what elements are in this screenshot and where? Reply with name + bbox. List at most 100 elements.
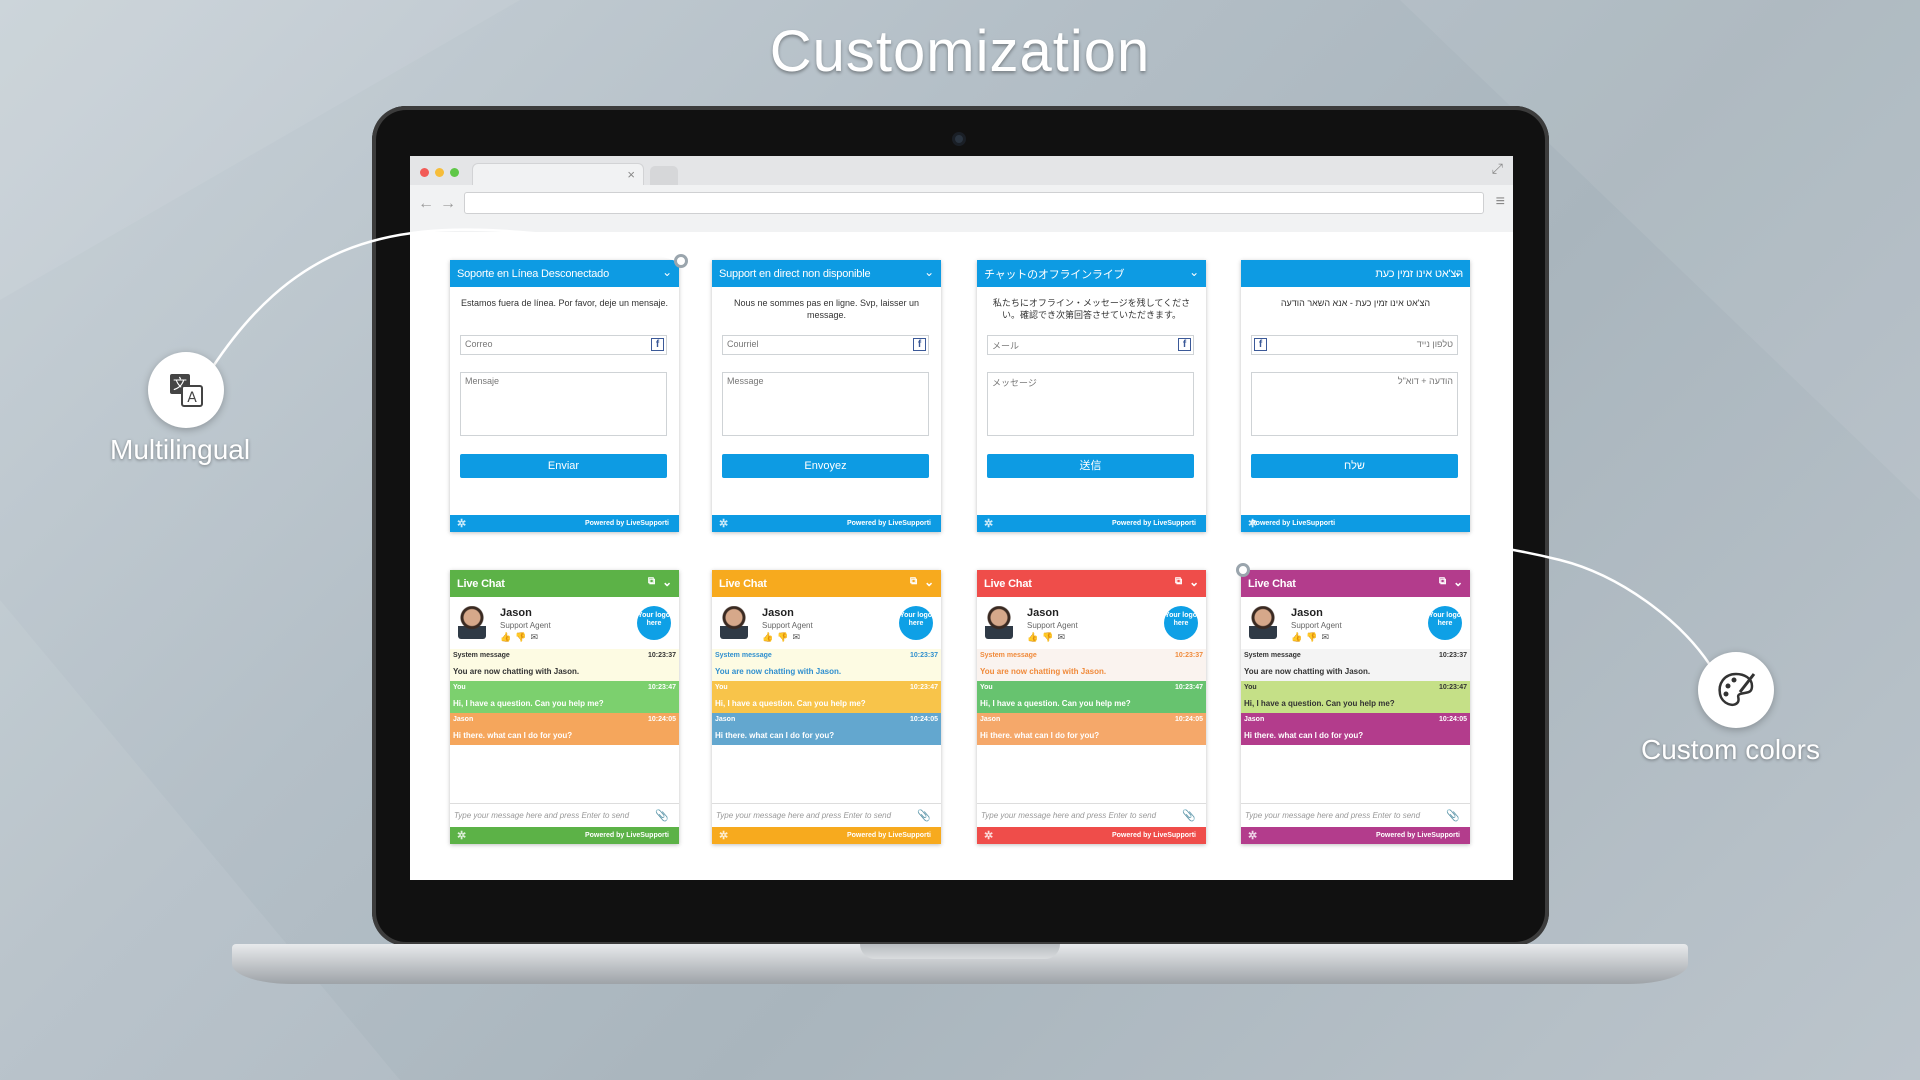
new-tab-button[interactable] bbox=[650, 166, 678, 185]
chat-composer[interactable]: Type your message here and press Enter t… bbox=[1241, 803, 1470, 827]
message-field[interactable]: メッセージ bbox=[987, 372, 1194, 436]
palette-icon bbox=[1718, 672, 1756, 706]
chevron-down-icon[interactable]: ⌄ bbox=[662, 265, 672, 279]
powered-by-label[interactable]: Powered by LiveSupporti bbox=[847, 832, 931, 839]
chat-widget-header[interactable]: Live Chat ⧉ ⌄ bbox=[450, 570, 679, 597]
thumbs-up-icon[interactable]: 👍 bbox=[1291, 632, 1306, 642]
menu-icon[interactable]: ≡ bbox=[1496, 193, 1505, 211]
svg-text:A: A bbox=[187, 390, 197, 406]
chat-composer[interactable]: Type your message here and press Enter t… bbox=[712, 803, 941, 827]
send-button[interactable]: Enviar bbox=[460, 454, 667, 478]
chevron-down-icon[interactable]: ⌄ bbox=[924, 575, 934, 589]
chevron-down-icon[interactable]: ⌄ bbox=[1453, 575, 1463, 589]
chat-composer[interactable]: Type your message here and press Enter t… bbox=[450, 803, 679, 827]
agent-card: Jason Support Agent 👍👎✉ Your logo here bbox=[450, 597, 679, 649]
offline-widget-header[interactable]: הצ'אט אינו זמין כעת ⌄ bbox=[1241, 260, 1470, 287]
offline-widget: הצ'אט אינו זמין כעת ⌄ הצ'אט אינו זמין כע… bbox=[1241, 260, 1470, 532]
offline-widget-header[interactable]: Soporte en Línea Desconectado ⌄ bbox=[450, 260, 679, 287]
thumbs-down-icon[interactable]: 👎 bbox=[515, 632, 530, 642]
facebook-icon[interactable]: f bbox=[1178, 338, 1191, 351]
powered-by-label[interactable]: Powered by LiveSupporti bbox=[1376, 832, 1460, 839]
fullscreen-icon[interactable]: ⤢ bbox=[1492, 160, 1503, 177]
message-field[interactable]: Mensaje bbox=[460, 372, 667, 436]
thumbs-up-icon[interactable]: 👍 bbox=[762, 632, 777, 642]
email-icon[interactable]: ✉ bbox=[1321, 632, 1333, 642]
settings-icon[interactable]: ✲ bbox=[457, 517, 466, 530]
address-bar[interactable] bbox=[464, 192, 1484, 214]
back-icon[interactable]: ← bbox=[418, 195, 434, 213]
offline-form: Nous ne sommes pas en ligne. Svp, laisse… bbox=[712, 287, 941, 515]
forward-icon[interactable]: → bbox=[440, 195, 456, 213]
minimize-dot[interactable] bbox=[435, 168, 444, 177]
powered-by-label[interactable]: Powered by LiveSupporti bbox=[1112, 520, 1196, 527]
chevron-down-icon[interactable]: ⌄ bbox=[1453, 265, 1463, 279]
email-icon[interactable]: ✉ bbox=[530, 632, 542, 642]
thumbs-up-icon[interactable]: 👍 bbox=[1027, 632, 1042, 642]
thumbs-down-icon[interactable]: 👎 bbox=[1042, 632, 1057, 642]
widget-footer: ✲ Powered by LiveSupporti bbox=[712, 515, 941, 532]
settings-icon[interactable]: ✲ bbox=[984, 517, 993, 530]
chat-widget-header[interactable]: Live Chat ⧉ ⌄ bbox=[977, 570, 1206, 597]
chevron-down-icon[interactable]: ⌄ bbox=[924, 265, 934, 279]
email-field[interactable]: メール f bbox=[987, 335, 1194, 355]
message-time: 10:23:37 bbox=[1174, 652, 1203, 659]
settings-icon[interactable]: ✲ bbox=[719, 829, 728, 842]
send-button[interactable]: שלח bbox=[1251, 454, 1458, 478]
maximize-dot[interactable] bbox=[450, 168, 459, 177]
chevron-down-icon[interactable]: ⌄ bbox=[1189, 575, 1199, 589]
send-button[interactable]: Envoyez bbox=[722, 454, 929, 478]
facebook-icon[interactable]: f bbox=[913, 338, 926, 351]
email-field[interactable]: טלפון נייד f bbox=[1251, 335, 1458, 355]
attachment-icon[interactable]: 📎 bbox=[655, 809, 669, 822]
agent-card: Jason Support Agent 👍👎✉ Your logo here bbox=[1241, 597, 1470, 649]
email-field[interactable]: Correo f bbox=[460, 335, 667, 355]
close-dot[interactable] bbox=[420, 168, 429, 177]
powered-by-label[interactable]: Powered by LiveSupporti bbox=[1251, 520, 1335, 527]
attachment-icon[interactable]: 📎 bbox=[1446, 809, 1460, 822]
email-field[interactable]: Courriel f bbox=[722, 335, 929, 355]
tab-close-icon[interactable]: × bbox=[627, 167, 635, 182]
popout-icon[interactable]: ⧉ bbox=[910, 576, 917, 587]
settings-icon[interactable]: ✲ bbox=[719, 517, 728, 530]
system-message: System message 10:23:37 You are now chat… bbox=[1241, 649, 1470, 681]
settings-icon[interactable]: ✲ bbox=[1248, 829, 1257, 842]
offline-widget-header[interactable]: チャットのオフラインライブ ⌄ bbox=[977, 260, 1206, 287]
popout-icon[interactable]: ⧉ bbox=[648, 576, 655, 587]
powered-by-label[interactable]: Powered by LiveSupporti bbox=[847, 520, 931, 527]
message-text: Hi, I have a question. Can you help me? bbox=[715, 699, 866, 708]
email-icon[interactable]: ✉ bbox=[792, 632, 804, 642]
attachment-icon[interactable]: 📎 bbox=[1182, 809, 1196, 822]
thumbs-down-icon[interactable]: 👎 bbox=[1306, 632, 1321, 642]
email-icon[interactable]: ✉ bbox=[1057, 632, 1069, 642]
thumbs-up-icon[interactable]: 👍 bbox=[500, 632, 515, 642]
agent-actions: 👍👎✉ bbox=[1027, 632, 1069, 643]
settings-icon[interactable]: ✲ bbox=[1248, 517, 1257, 530]
message-field[interactable]: הודעה + דוא"ל bbox=[1251, 372, 1458, 436]
system-message: System message 10:23:37 You are now chat… bbox=[977, 649, 1206, 681]
message-field[interactable]: Message bbox=[722, 372, 929, 436]
settings-icon[interactable]: ✲ bbox=[457, 829, 466, 842]
powered-by-label[interactable]: Powered by LiveSupporti bbox=[1112, 832, 1196, 839]
chat-composer[interactable]: Type your message here and press Enter t… bbox=[977, 803, 1206, 827]
thumbs-down-icon[interactable]: 👎 bbox=[777, 632, 792, 642]
offline-widget-header[interactable]: Support en direct non disponible ⌄ bbox=[712, 260, 941, 287]
multilingual-callout: 文 A bbox=[148, 352, 224, 428]
multilingual-pin bbox=[674, 254, 688, 268]
chat-widget-header[interactable]: Live Chat ⧉ ⌄ bbox=[1241, 570, 1470, 597]
powered-by-label[interactable]: Powered by LiveSupporti bbox=[585, 520, 669, 527]
popout-icon[interactable]: ⧉ bbox=[1175, 576, 1182, 587]
facebook-icon[interactable]: f bbox=[1254, 338, 1267, 351]
chevron-down-icon[interactable]: ⌄ bbox=[662, 575, 672, 589]
message-time: 10:24:05 bbox=[1438, 716, 1467, 723]
browser-tab[interactable]: × bbox=[472, 163, 644, 185]
powered-by-label[interactable]: Powered by LiveSupporti bbox=[585, 832, 669, 839]
facebook-icon[interactable]: f bbox=[651, 338, 664, 351]
agent-actions: 👍👎✉ bbox=[500, 632, 542, 643]
send-button[interactable]: 送信 bbox=[987, 454, 1194, 478]
attachment-icon[interactable]: 📎 bbox=[917, 809, 931, 822]
settings-icon[interactable]: ✲ bbox=[984, 829, 993, 842]
message-text: Hi, I have a question. Can you help me? bbox=[1244, 699, 1395, 708]
chat-widget-header[interactable]: Live Chat ⧉ ⌄ bbox=[712, 570, 941, 597]
chevron-down-icon[interactable]: ⌄ bbox=[1189, 265, 1199, 279]
popout-icon[interactable]: ⧉ bbox=[1439, 576, 1446, 587]
